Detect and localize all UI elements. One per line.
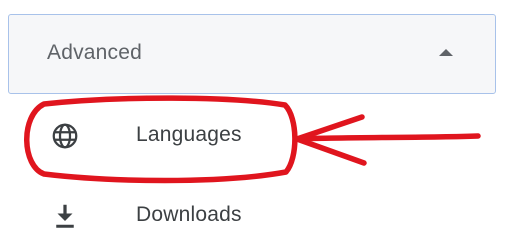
download-icon <box>56 204 74 228</box>
sidebar-item-label: Languages <box>136 123 242 146</box>
globe-icon <box>52 123 78 149</box>
sidebar-item-label: Downloads <box>136 203 242 226</box>
settings-sidebar-section: Advanced Languages Downloads <box>0 0 511 244</box>
sidebar-item-downloads[interactable]: Downloads <box>30 186 330 244</box>
sidebar-item-languages[interactable]: Languages <box>30 106 330 166</box>
caret-up-icon[interactable] <box>439 49 453 56</box>
advanced-section-label: Advanced <box>47 41 143 64</box>
